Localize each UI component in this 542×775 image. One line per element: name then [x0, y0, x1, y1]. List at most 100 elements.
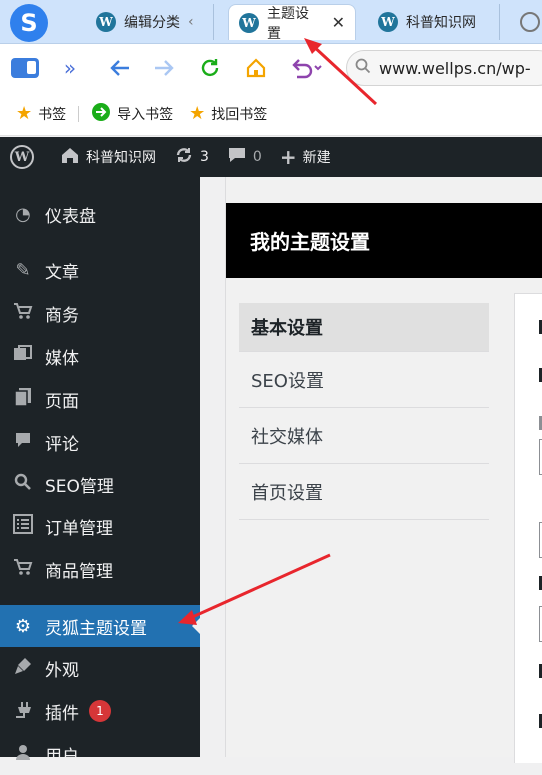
wp-content-area: 我的主题设置 基本设置 SEO设置 社交媒体 首页设置	[200, 177, 542, 763]
home-icon[interactable]	[244, 56, 268, 80]
sidebar-item-pages[interactable]: 页面	[0, 378, 200, 420]
sidebar-item-label: 商务	[45, 305, 79, 326]
plus-icon: +	[279, 145, 297, 169]
sidebar-item-label: 页面	[45, 391, 79, 412]
sidebar-item-orders[interactable]: 订单管理	[0, 505, 200, 547]
comments-count: 0	[252, 149, 262, 165]
search-icon	[10, 473, 36, 496]
tab-seo-settings[interactable]: SEO设置	[239, 352, 489, 408]
tab-title: 科普知识网	[406, 15, 476, 31]
user-icon	[10, 743, 36, 766]
list-icon	[10, 513, 36, 539]
browser-tab-globe-icon[interactable]	[520, 12, 540, 32]
sidebar-item-dashboard[interactable]: ◔ 仪表盘	[0, 193, 200, 235]
search-icon	[355, 58, 371, 78]
browser-tab-strip: S W 编辑分类 ‹ W 主题设置 ✕ W 科普知识网	[0, 0, 542, 44]
sidebar-item-fox-theme-settings[interactable]: ⚙ 灵狐主题设置	[0, 605, 200, 647]
sidebar-item-label: 灵狐主题设置	[45, 618, 147, 639]
site-name-link[interactable]: 科普知识网	[60, 146, 156, 168]
wordpress-favicon-icon: W	[96, 12, 116, 32]
bookmark-label: 导入书签	[117, 106, 174, 123]
wordpress-favicon-icon: W	[378, 12, 398, 32]
address-bar: » www.wellps.cn/wp-	[0, 44, 542, 92]
star-icon: ★	[189, 103, 206, 124]
media-icon	[10, 344, 36, 368]
sidebar-item-label: 插件	[45, 703, 79, 724]
site-name: 科普知识网	[86, 150, 156, 166]
wordpress-logo-icon: W	[10, 145, 34, 169]
comment-icon	[227, 146, 247, 168]
theme-options-panel: 我的主题设置 基本设置 SEO设置 社交媒体 首页设置	[226, 177, 542, 763]
browser-tab-edit-category[interactable]: W 编辑分类 ‹	[86, 4, 214, 40]
comments-link[interactable]: 0	[227, 146, 262, 168]
tab-basic-settings[interactable]: 基本设置	[239, 303, 489, 352]
browser-tab-theme-settings[interactable]: W 主题设置 ✕	[228, 4, 356, 42]
bookmark-label: 找回书签	[211, 106, 268, 123]
sidebar-item-label: 订单管理	[45, 518, 113, 539]
tab-title: 编辑分类	[124, 15, 180, 31]
tab-truncate-mark: ‹	[188, 14, 194, 30]
new-content-link[interactable]: + 新建	[280, 145, 331, 169]
reload-icon[interactable]	[198, 56, 222, 80]
sidebar-item-appearance[interactable]: 外观	[0, 647, 200, 689]
wp-logo-menu[interactable]: W	[10, 145, 34, 169]
pin-icon: ✎	[15, 259, 31, 281]
tab-homepage-settings[interactable]: 首页设置	[239, 464, 489, 520]
updates-count: 3	[200, 149, 209, 165]
close-icon[interactable]: ✕	[332, 13, 345, 32]
browser-tab-science-site[interactable]: W 科普知识网	[368, 4, 500, 40]
sidebar-item-label: 外观	[45, 660, 79, 681]
page-title: 我的主题设置	[226, 203, 542, 278]
keyboard-icon[interactable]	[10, 56, 40, 80]
sidebar-item-label: 商品管理	[45, 561, 113, 582]
url-text: www.wellps.cn/wp-	[379, 58, 531, 78]
home-icon	[60, 146, 80, 168]
content-gutter	[200, 177, 226, 757]
plugin-update-badge: 1	[89, 700, 111, 722]
comment-icon	[10, 431, 36, 454]
bookmarks-divider	[78, 105, 80, 122]
sidebar-toggle-icon[interactable]: »	[58, 56, 82, 80]
sidebar-item-plugins[interactable]: 插件 1	[0, 690, 200, 732]
bookmarks-bar: ★ 书签 导入书签 ★ 找回书签	[0, 92, 542, 136]
sidebar-item-comments[interactable]: 评论	[0, 421, 200, 463]
bookmark-item-bookmarks[interactable]: ★ 书签	[16, 103, 66, 124]
active-menu-pointer	[192, 618, 200, 634]
bookmark-item-import[interactable]: 导入书签	[91, 102, 173, 126]
wordpress-favicon-icon: W	[239, 12, 259, 33]
plugin-icon	[10, 699, 36, 724]
dashboard-icon: ◔	[15, 203, 31, 225]
sidebar-item-posts[interactable]: ✎ 文章	[0, 249, 200, 291]
sidebar-item-seo[interactable]: SEO管理	[0, 463, 200, 505]
sidebar-item-commerce[interactable]: 商务	[0, 292, 200, 334]
new-label: 新建	[302, 150, 331, 166]
bookmark-label: 书签	[38, 106, 67, 123]
sidebar-item-label: 文章	[45, 262, 79, 283]
refresh-icon	[174, 146, 194, 168]
sidebar-item-label: 用户	[45, 746, 79, 767]
sidebar-item-products[interactable]: 商品管理	[0, 548, 200, 590]
tab-social-media[interactable]: 社交媒体	[239, 408, 489, 464]
sidebar-item-users[interactable]: 用户	[0, 733, 200, 775]
sidebar-item-label: SEO管理	[45, 476, 114, 497]
sidebar-item-media[interactable]: 媒体	[0, 335, 200, 377]
wp-admin-sidebar: ◔ 仪表盘 ✎ 文章 商务 媒体 页面 评论 SEO管理 订单管理 商品管理 ⚙…	[0, 177, 200, 767]
url-field[interactable]: www.wellps.cn/wp-	[346, 50, 542, 86]
pages-icon	[10, 387, 36, 412]
bookmark-item-recover[interactable]: ★ 找回书签	[189, 103, 267, 124]
back-icon[interactable]	[108, 56, 132, 80]
updates-link[interactable]: 3	[174, 146, 209, 168]
undo-close-tab-icon[interactable]	[290, 56, 324, 80]
gear-icon: ⚙	[14, 615, 32, 637]
import-arrow-icon	[91, 102, 111, 126]
sidebar-item-label: 评论	[45, 434, 79, 455]
settings-pane	[514, 293, 542, 763]
sidebar-item-label: 仪表盘	[45, 206, 96, 227]
cart-icon	[10, 302, 36, 325]
star-icon: ★	[16, 103, 33, 124]
forward-icon[interactable]	[152, 56, 176, 80]
browser-logo[interactable]: S	[10, 4, 48, 42]
sidebar-item-label: 媒体	[45, 348, 79, 369]
brush-icon	[10, 656, 36, 681]
wp-admin-bar: W 科普知识网 3 0 + 新建	[0, 137, 542, 177]
